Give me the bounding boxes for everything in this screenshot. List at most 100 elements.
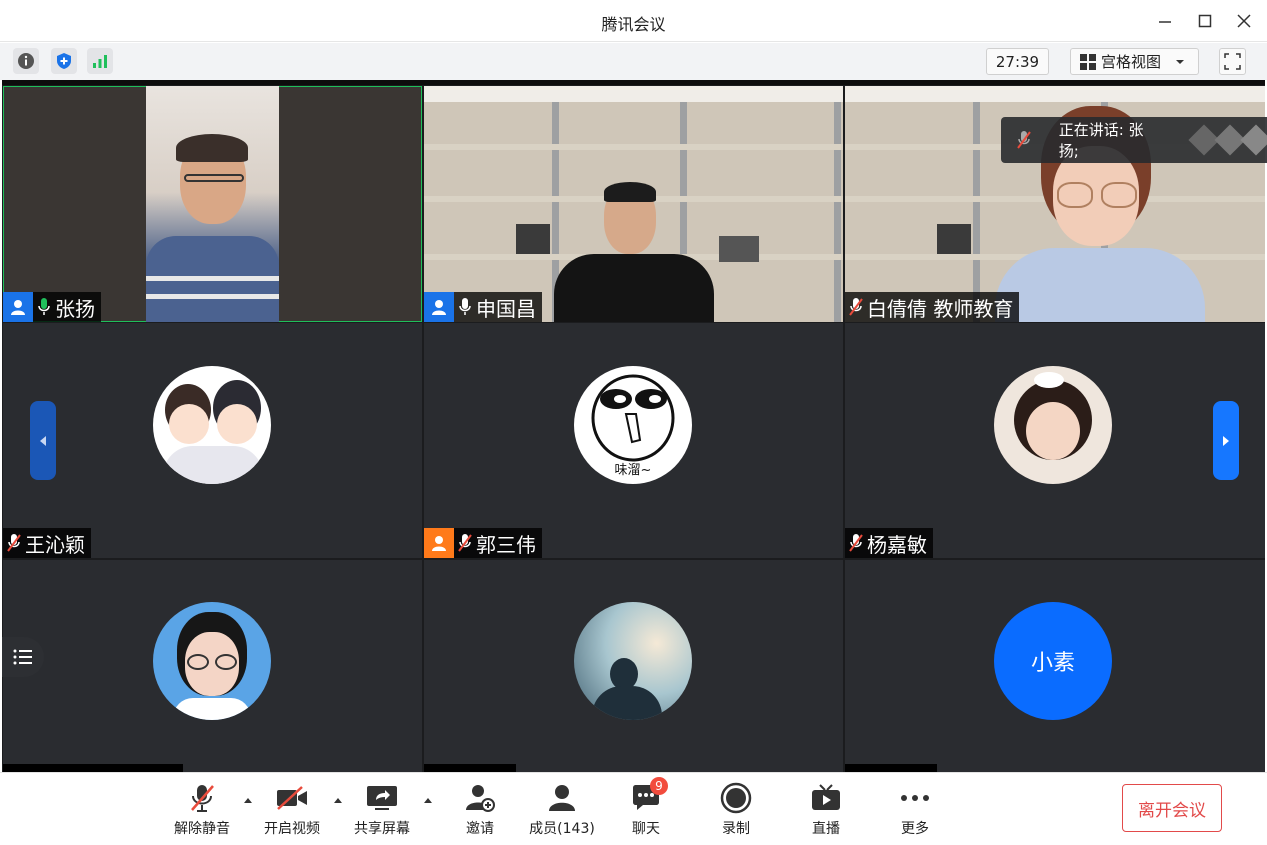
mic-muted-icon [454,528,476,558]
participant-name: 张扬 [55,296,95,321]
host-icon [424,528,454,558]
start-video-button[interactable]: 开启视频 [252,781,332,839]
participant-tile-8[interactable] [424,560,843,772]
video-grid: 张扬 申国昌 白倩倩 教师教育 正在讲话: 张扬; 王沁颖 味溜~ 郭三伟 杨嘉… [2,80,1267,772]
avatar-text: 小素 [1030,651,1075,676]
chevron-right-icon [1223,435,1229,446]
next-page-button[interactable] [1213,401,1239,480]
minimize-icon[interactable] [1152,8,1178,34]
avatar-caption: 味溜~ [614,463,652,478]
unmute-label: 解除静音 [174,821,230,837]
start-video-label: 开启视频 [264,821,320,837]
avatar: 小素 [994,602,1112,720]
participant-name: 郭三伟 [476,532,536,557]
mic-muted-icon [845,292,867,322]
info-bar: 27:39 宫格视图 [0,43,1267,80]
participant-name: 杨嘉敏 [867,532,927,557]
participant-name-tag: 张扬 [3,292,101,322]
participant-name-tag [845,764,937,772]
mic-muted-icon [184,781,220,815]
participant-name-tag: 白倩倩 教师教育 [845,292,1020,322]
mic-muted-icon [3,528,25,558]
participant-name-tag: 郭三伟 [424,528,542,558]
info-icon[interactable] [13,48,39,74]
participant-tile-9[interactable]: 小素 [845,560,1265,772]
avatar [994,366,1112,484]
avatar [153,366,271,484]
control-bar: 解除静音 开启视频 共享屏幕 邀请 成员(143) 9 聊天 录制 直播 更多 … [0,772,1267,845]
participant-name-tag: 杨嘉敏 [845,528,933,558]
grid-top-border [2,80,1265,85]
video-feed [424,86,843,322]
participant-name-tag [3,764,183,772]
list-icon [13,649,32,665]
share-options-caret[interactable] [421,793,435,807]
record-label: 录制 [722,821,750,837]
members-label: 成员(143) [529,821,595,837]
share-screen-icon [364,781,400,815]
signal-icon[interactable] [87,48,113,74]
video-feed [146,86,279,322]
participant-tile-2[interactable]: 申国昌 [424,86,843,322]
participant-list-toggle[interactable] [2,637,44,677]
participant-tile-4[interactable]: 王沁颖 [3,323,422,558]
prev-page-button[interactable] [30,401,56,480]
invite-button[interactable]: 邀请 [440,781,520,839]
mic-muted-icon [845,528,867,558]
record-button[interactable]: 录制 [696,781,776,839]
chevron-down-icon [1175,58,1185,66]
chat-button[interactable]: 9 聊天 [606,777,686,839]
fullscreen-icon[interactable] [1219,48,1246,75]
participant-name-tag: 申国昌 [424,292,542,322]
shield-icon[interactable] [51,48,77,74]
avatar: 味溜~ [574,366,692,484]
mic-active-icon [33,292,55,322]
avatar [153,602,271,720]
participant-tile-5[interactable]: 味溜~ 郭三伟 [424,323,843,558]
view-mode-select[interactable]: 宫格视图 [1070,48,1199,75]
share-screen-label: 共享屏幕 [354,821,410,837]
chat-label: 聊天 [632,821,660,837]
video-off-icon [274,781,310,815]
speaking-text: 正在讲话: 张扬; [1058,121,1144,160]
chat-icon: 9 [628,777,668,815]
participant-name: 王沁颖 [25,532,85,557]
mic-muted-icon [1001,130,1047,150]
grid-view-icon [1079,53,1097,71]
share-screen-button[interactable]: 共享屏幕 [342,781,422,839]
participant-tile-1[interactable]: 张扬 [3,86,422,322]
more-icon [897,781,933,815]
unmute-button[interactable]: 解除静音 [162,781,242,839]
host-icon [3,292,33,322]
members-icon [544,781,580,815]
participant-tile-7[interactable] [3,560,422,772]
mic-icon [454,292,476,322]
members-button[interactable]: 成员(143) [522,781,602,839]
live-label: 直播 [812,821,840,837]
participant-name: 申国昌 [476,296,536,321]
live-button[interactable]: 直播 [786,781,866,839]
close-icon[interactable] [1231,8,1257,34]
participant-name: 白倩倩 教师教育 [867,296,1014,321]
window-title: 腾讯会议 [601,15,666,34]
participant-name-tag [424,764,516,772]
speaker-avatars [1188,124,1267,156]
view-mode-label: 宫格视图 [1101,53,1162,71]
more-label: 更多 [901,821,929,837]
invite-label: 邀请 [466,821,494,837]
invite-icon [462,781,498,815]
participant-name-tag: 王沁颖 [3,528,91,558]
avatar [574,602,692,720]
leave-meeting-button[interactable]: 离开会议 [1122,784,1222,832]
host-icon [424,292,454,322]
more-button[interactable]: 更多 [875,781,955,839]
title-bar: 腾讯会议 [0,0,1267,42]
meeting-timer: 27:39 [986,48,1049,75]
chat-unread-badge: 9 [650,777,668,795]
record-icon [718,781,754,815]
maximize-icon[interactable] [1192,8,1218,34]
live-icon [808,781,844,815]
speaking-banner: 正在讲话: 张扬; [1001,117,1267,163]
participant-tile-6[interactable]: 杨嘉敏 [845,323,1265,558]
chevron-left-icon [40,435,46,446]
